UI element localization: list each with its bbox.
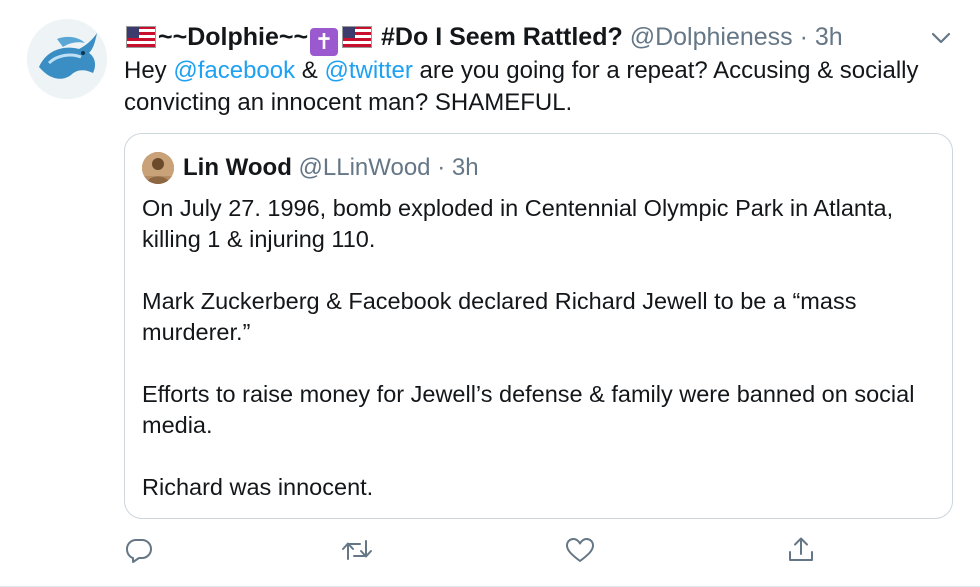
separator-dot: · xyxy=(799,23,808,51)
quoted-paragraph: Efforts to raise money for Jewell’s defe… xyxy=(142,381,915,438)
author-handle[interactable]: @Dolphieness xyxy=(630,23,793,51)
quoted-tweet[interactable]: Lin Wood @LLinWood · 3h On July 27. 1996… xyxy=(124,133,953,519)
reply-icon[interactable] xyxy=(124,535,154,570)
quoted-paragraph: Mark Zuckerberg & Facebook declared Rich… xyxy=(142,288,857,345)
quoted-paragraph: Richard was innocent. xyxy=(142,474,374,500)
quoted-tweet-text: On July 27. 1996, bomb exploded in Cente… xyxy=(142,193,932,503)
heart-icon[interactable] xyxy=(564,535,596,570)
quoted-author-avatar[interactable] xyxy=(142,152,174,184)
author-name-suffix[interactable]: #Do I Seem Rattled? xyxy=(381,23,623,51)
us-flag-icon xyxy=(126,25,156,55)
tweet[interactable]: ~~Dolphie~~ ✝ #Do I Seem Rattled? @Dolphi… xyxy=(0,0,980,587)
quoted-paragraph: On July 27. 1996, bomb exploded in Cente… xyxy=(142,195,894,252)
author-name[interactable]: ~~Dolphie~~ xyxy=(158,23,308,51)
quoted-tweet-header: Lin Wood @LLinWood · 3h xyxy=(183,152,479,184)
tweet-actions xyxy=(124,535,824,567)
separator-dot: · xyxy=(437,154,446,181)
mention-link-facebook[interactable]: @facebook xyxy=(173,57,295,84)
quoted-author-handle[interactable]: @LLinWood xyxy=(299,154,431,181)
latin-cross-icon: ✝ xyxy=(310,28,339,56)
mention-link-twitter[interactable]: @twitter xyxy=(324,57,412,84)
tweet-text-mid: & xyxy=(295,57,325,84)
tweet-header: ~~Dolphie~~ ✝ #Do I Seem Rattled? @Dolphi… xyxy=(124,22,843,56)
tweet-timestamp[interactable]: 3h xyxy=(815,23,843,51)
tweet-text-prefix: Hey xyxy=(124,57,174,84)
author-avatar[interactable] xyxy=(27,19,107,99)
share-icon[interactable] xyxy=(786,535,816,570)
chevron-down-icon[interactable] xyxy=(928,28,954,53)
tweet-text: Hey @facebook & @twitter are you going f… xyxy=(124,55,944,119)
retweet-icon[interactable] xyxy=(340,535,374,570)
quoted-author-name[interactable]: Lin Wood xyxy=(183,154,292,181)
us-flag-icon xyxy=(342,25,373,55)
quoted-tweet-timestamp[interactable]: 3h xyxy=(452,154,479,181)
